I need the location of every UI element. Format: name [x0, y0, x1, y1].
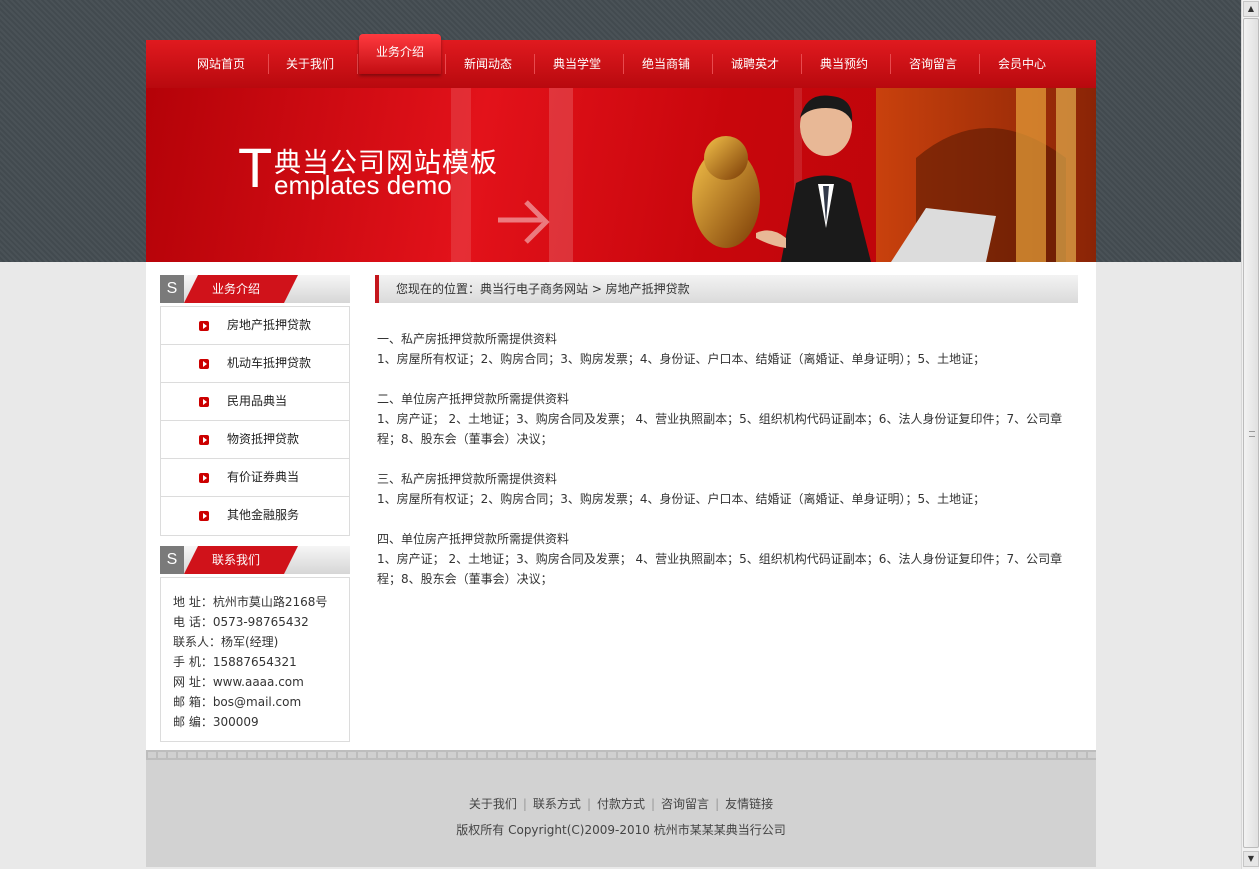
bullet-arrow-icon — [199, 473, 209, 483]
section-title: 一、私产房抵押贷款所需提供资料 — [377, 332, 558, 346]
section-title: 四、单位房产抵押贷款所需提供资料 — [377, 532, 570, 546]
bullet-arrow-icon — [199, 397, 209, 407]
sidebar-contact-heading: S 联系我们 — [160, 546, 350, 574]
sidebar-item-vehicle-loan[interactable]: 机动车抵押贷款 — [161, 345, 349, 383]
bullet-arrow-icon — [199, 511, 209, 521]
footer-link-contact[interactable]: 联系方式 — [533, 797, 581, 811]
footer-separator: | — [586, 797, 591, 811]
sidebar-item-label: 其他金融服务 — [227, 508, 300, 522]
sidebar-business-title: 业务介绍 — [212, 282, 261, 296]
nav-separator — [712, 54, 713, 74]
nav-separator — [623, 54, 624, 74]
sidebar-item-label: 房地产抵押贷款 — [227, 318, 312, 332]
hero-banner: T 典当公司网站模板 emplates demo — [146, 88, 1096, 262]
sidebar-item-civil-goods[interactable]: 民用品典当 — [161, 383, 349, 421]
footer-separator: | — [715, 797, 720, 811]
bullet-arrow-icon — [199, 359, 209, 369]
nav-item-business[interactable]: 业务介绍 — [359, 34, 441, 74]
section-body: 1、房产证； 2、土地证；3、购房合同及发票； 4、营业执照副本；5、组织机构代… — [377, 412, 1063, 446]
nav-separator — [890, 54, 891, 74]
scroll-up-icon[interactable]: ▲ — [1243, 1, 1259, 17]
section-body: 1、房屋所有权证；2、购房合同；3、购房发票；4、身份证、户口本、结婚证（离婚证… — [377, 492, 986, 506]
nav-item-about[interactable]: 关于我们 — [270, 40, 350, 88]
nav-item-home[interactable]: 网站首页 — [181, 40, 261, 88]
sidebar-contact-title: 联系我们 — [212, 553, 261, 567]
scroll-grip-icon — [1249, 431, 1255, 437]
section-s-badge: S — [160, 275, 184, 303]
section-body: 1、房屋所有权证；2、购房合同；3、购房发票；4、身份证、户口本、结婚证（离婚证… — [377, 352, 986, 366]
nav-separator — [801, 54, 802, 74]
banner-businessman-image — [692, 88, 1096, 262]
sidebar-business-menu: 房地产抵押贷款 机动车抵押贷款 民用品典当 物资抵押贷款 有价证券典当 其他金融… — [160, 306, 350, 536]
sidebar-item-label: 物资抵押贷款 — [227, 432, 300, 446]
nav-item-shop[interactable]: 绝当商铺 — [626, 40, 706, 88]
section-body: 1、房产证； 2、土地证；3、购房合同及发票； 4、营业执照副本；5、组织机构代… — [377, 552, 1063, 586]
arrow-right-icon — [498, 200, 550, 244]
contact-website: 网 址：www.aaaa.com — [173, 675, 304, 689]
section-title: 二、单位房产抵押贷款所需提供资料 — [377, 392, 570, 406]
nav-item-school[interactable]: 典当学堂 — [537, 40, 617, 88]
nav-item-booking[interactable]: 典当预约 — [804, 40, 884, 88]
nav-separator — [445, 54, 446, 74]
vertical-scrollbar[interactable]: ▲ ▼ — [1241, 0, 1259, 869]
nav-item-message[interactable]: 咨询留言 — [893, 40, 973, 88]
nav-separator — [357, 54, 358, 74]
contact-postcode: 邮 编：300009 — [173, 715, 259, 729]
sidebar-item-material-loan[interactable]: 物资抵押贷款 — [161, 421, 349, 459]
scrollbar-thumb[interactable] — [1243, 18, 1259, 848]
contact-phone: 电 话：0573-98765432 — [173, 615, 309, 629]
sidebar-item-real-estate-loan[interactable]: 房地产抵押贷款 — [161, 307, 349, 345]
article-section: 二、单位房产抵押贷款所需提供资料 1、房产证； 2、土地证；3、购房合同及发票；… — [377, 389, 1077, 449]
footer-link-payment[interactable]: 付款方式 — [597, 797, 645, 811]
sidebar-item-label: 机动车抵押贷款 — [227, 356, 312, 370]
sidebar-business-heading: S 业务介绍 — [160, 275, 350, 303]
nav-item-jobs[interactable]: 诚聘英才 — [715, 40, 795, 88]
contact-info-box: 地 址：杭州市莫山路2168号 电 话：0573-98765432 联系人：杨军… — [160, 577, 350, 742]
sidebar-item-label: 民用品典当 — [227, 394, 288, 408]
footer-link-message[interactable]: 咨询留言 — [661, 797, 709, 811]
contact-mobile: 手 机：15887654321 — [173, 655, 297, 669]
footer-link-about[interactable]: 关于我们 — [469, 797, 517, 811]
main-nav: 网站首页 关于我们 业务介绍 新闻动态 典当学堂 绝当商铺 诚聘英才 典当预约 … — [146, 34, 1096, 88]
nav-separator — [979, 54, 980, 74]
article-section: 四、单位房产抵押贷款所需提供资料 1、房产证； 2、土地证；3、购房合同及发票；… — [377, 529, 1077, 589]
breadcrumb: 您现在的位置：典当行电子商务网站 > 房地产抵押贷款 — [375, 275, 1078, 303]
footer-copyright: 版权所有 Copyright(C)2009-2010 杭州市某某某典当行公司 — [456, 823, 786, 837]
nav-item-news[interactable]: 新闻动态 — [448, 40, 528, 88]
contact-person: 联系人：杨军(经理) — [173, 635, 279, 649]
scroll-down-icon[interactable]: ▼ — [1243, 851, 1259, 867]
nav-separator — [268, 54, 269, 74]
footer-links: 关于我们 | 联系方式 | 付款方式 | 咨询留言 | 友情链接 — [146, 795, 1096, 812]
footer-ornament-border — [146, 750, 1096, 760]
footer-link-friends[interactable]: 友情链接 — [725, 797, 773, 811]
sidebar-item-other-finance[interactable]: 其他金融服务 — [161, 497, 349, 535]
section-title: 三、私产房抵押贷款所需提供资料 — [377, 472, 558, 486]
banner-title-en: emplates demo — [274, 170, 452, 200]
banner-title-initial: T — [238, 136, 273, 199]
contact-email: 邮 箱：bos@mail.com — [173, 695, 302, 709]
bullet-arrow-icon — [199, 435, 209, 445]
bullet-arrow-icon — [199, 321, 209, 331]
footer-separator: | — [522, 797, 527, 811]
nav-item-member[interactable]: 会员中心 — [982, 40, 1062, 88]
article-section: 三、私产房抵押贷款所需提供资料 1、房屋所有权证；2、购房合同；3、购房发票；4… — [377, 469, 1077, 509]
footer-separator: | — [651, 797, 656, 811]
sidebar-item-securities[interactable]: 有价证券典当 — [161, 459, 349, 497]
nav-separator — [534, 54, 535, 74]
section-s-badge: S — [160, 546, 184, 574]
contact-address: 地 址：杭州市莫山路2168号 — [173, 595, 328, 609]
sidebar-item-label: 有价证券典当 — [227, 470, 300, 484]
article-content: 一、私产房抵押贷款所需提供资料 1、房屋所有权证；2、购房合同；3、购房发票；4… — [377, 329, 1077, 609]
footer: 关于我们 | 联系方式 | 付款方式 | 咨询留言 | 友情链接 版权所有 Copyright(… — [146, 760, 1096, 867]
article-section: 一、私产房抵押贷款所需提供资料 1、房屋所有权证；2、购房合同；3、购房发票；4… — [377, 329, 1077, 369]
